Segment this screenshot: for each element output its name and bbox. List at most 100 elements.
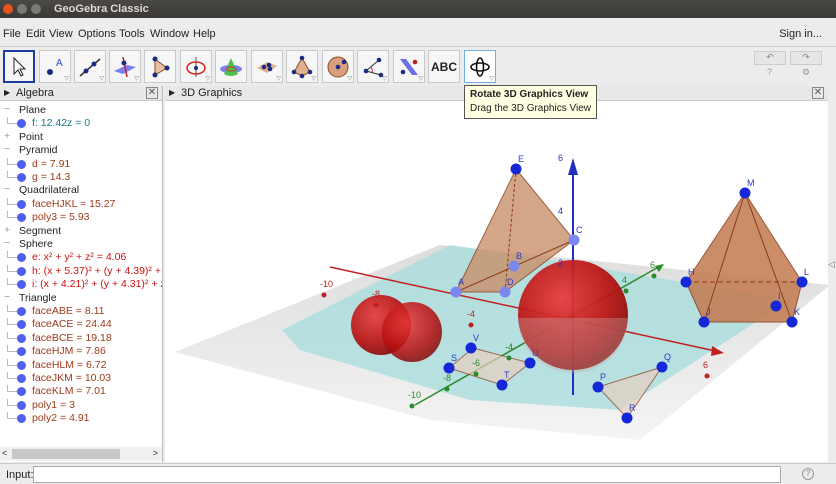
algebra-item[interactable]: faceACE = 24.44 bbox=[0, 318, 162, 331]
collapse-arrow-icon[interactable]: ▶ bbox=[4, 88, 10, 97]
visibility-toggle-icon[interactable] bbox=[17, 414, 26, 424]
algebra-item[interactable]: faceBCE = 19.18 bbox=[0, 331, 162, 345]
visibility-toggle-icon[interactable] bbox=[17, 253, 26, 263]
tool-polygon[interactable] bbox=[144, 50, 176, 83]
tool-cone[interactable] bbox=[215, 50, 247, 83]
input-field[interactable] bbox=[33, 466, 781, 483]
toggle-icon[interactable]: + bbox=[4, 131, 10, 142]
visibility-toggle-icon[interactable] bbox=[17, 360, 26, 370]
visibility-toggle-icon[interactable] bbox=[17, 347, 26, 357]
point-i[interactable] bbox=[770, 300, 782, 312]
tool-sphere[interactable]: ▽ bbox=[322, 50, 354, 83]
tool-line[interactable]: ▽ bbox=[74, 50, 106, 83]
close-algebra-button[interactable]: ✕ bbox=[146, 87, 158, 99]
algebra-item[interactable]: h: (x + 5.37)² + (y + 4.39)² + z bbox=[0, 264, 162, 278]
algebra-category[interactable]: − Quadrilateral bbox=[0, 184, 162, 197]
algebra-category[interactable]: − Plane bbox=[0, 104, 162, 117]
point-t[interactable] bbox=[496, 379, 508, 391]
point-u[interactable] bbox=[524, 357, 536, 369]
sign-in-link[interactable]: Sign in... bbox=[779, 28, 822, 40]
algebra-item[interactable]: faceKLM = 7.01 bbox=[0, 385, 162, 398]
3d-scene[interactable]: E C B A D V S U T P Q R M H L J K I -10 -8 -4 6 6 4 -4 -6 -8 -10 6 4… bbox=[165, 101, 828, 462]
algebra-item[interactable]: i: (x + 4.21)² + (y + 4.31)² + z² bbox=[0, 278, 162, 291]
tool-plane[interactable]: ▽ bbox=[251, 50, 283, 83]
tool-rotate-3d-view[interactable]: ▽ bbox=[464, 50, 496, 83]
tool-circle-axis[interactable]: ▽ bbox=[180, 50, 212, 83]
algebra-category[interactable]: + Segment bbox=[0, 225, 162, 238]
visibility-toggle-icon[interactable] bbox=[17, 159, 26, 169]
tool-reflect[interactable]: ▽ bbox=[393, 50, 425, 83]
toggle-icon[interactable]: − bbox=[4, 144, 10, 155]
point-a[interactable] bbox=[450, 286, 462, 298]
input-help-icon[interactable]: ? bbox=[802, 468, 814, 480]
algebra-item[interactable]: d = 7.91 bbox=[0, 157, 162, 171]
point-b[interactable] bbox=[508, 260, 520, 272]
toggle-icon[interactable]: − bbox=[4, 104, 10, 115]
algebra-item[interactable]: faceHJKL = 15.27 bbox=[0, 197, 162, 211]
visibility-toggle-icon[interactable] bbox=[17, 400, 26, 410]
visibility-toggle-icon[interactable] bbox=[17, 320, 26, 330]
tool-angle[interactable]: ▽ bbox=[357, 50, 389, 83]
algebra-category[interactable]: − Pyramid bbox=[0, 144, 162, 157]
tool-perpendicular[interactable]: ▽ bbox=[109, 50, 141, 83]
toggle-icon[interactable]: − bbox=[4, 184, 10, 195]
algebra-item[interactable]: e: x² + y² + z² = 4.06 bbox=[0, 251, 162, 264]
visibility-toggle-icon[interactable] bbox=[17, 266, 26, 276]
algebra-category[interactable]: + Point bbox=[0, 131, 162, 144]
algebra-item[interactable]: g = 14.3 bbox=[0, 171, 162, 184]
point-h[interactable] bbox=[680, 276, 692, 288]
algebra-category[interactable]: − Sphere bbox=[0, 238, 162, 251]
menu-window[interactable]: Window bbox=[150, 28, 189, 40]
algebra-item[interactable]: faceHLM = 6.72 bbox=[0, 358, 162, 372]
algebra-item[interactable]: poly2 = 4.91 bbox=[0, 412, 162, 425]
algebra-item[interactable]: f: 12.42z = 0 bbox=[0, 117, 162, 130]
toggle-icon[interactable]: + bbox=[4, 225, 10, 236]
menu-file[interactable]: File bbox=[3, 28, 21, 40]
visibility-toggle-icon[interactable] bbox=[17, 119, 26, 129]
settings-icon[interactable]: ⚙ bbox=[802, 67, 810, 78]
expand-arrow-icon[interactable]: ◁ bbox=[828, 259, 835, 270]
point-m[interactable] bbox=[739, 187, 751, 199]
visibility-toggle-icon[interactable] bbox=[17, 199, 26, 209]
tool-text[interactable]: ABC bbox=[428, 50, 460, 83]
toggle-icon[interactable]: − bbox=[4, 292, 10, 303]
close-graphics-button[interactable]: ✕ bbox=[812, 87, 824, 99]
algebra-category[interactable]: − Triangle bbox=[0, 292, 162, 305]
point-s[interactable] bbox=[443, 362, 455, 374]
point-j[interactable] bbox=[698, 316, 710, 328]
point-r[interactable] bbox=[621, 412, 633, 424]
point-q[interactable] bbox=[656, 361, 668, 373]
point-e[interactable] bbox=[510, 163, 522, 175]
toggle-icon[interactable]: − bbox=[4, 238, 10, 249]
graphics-3d-view[interactable]: ▶ 3D Graphics ✕ ECBADVSUTPQR M H L J K I… bbox=[165, 86, 835, 462]
redo-button[interactable]: ↷ bbox=[790, 51, 822, 65]
point-d[interactable] bbox=[499, 286, 511, 298]
scrollbar-thumb[interactable] bbox=[12, 449, 120, 459]
point-p[interactable] bbox=[592, 381, 604, 393]
menu-tools[interactable]: Tools bbox=[119, 28, 145, 40]
close-window-button[interactable] bbox=[3, 4, 13, 14]
visibility-toggle-icon[interactable] bbox=[17, 307, 26, 316]
point-c[interactable] bbox=[568, 234, 580, 246]
algebra-item[interactable]: faceJKM = 10.03 bbox=[0, 372, 162, 385]
tool-point[interactable]: A ▽ bbox=[39, 50, 71, 83]
algebra-item[interactable]: poly3 = 5.93 bbox=[0, 211, 162, 224]
algebra-item[interactable]: faceHJM = 7.86 bbox=[0, 345, 162, 358]
visibility-toggle-icon[interactable] bbox=[17, 213, 26, 223]
menu-help[interactable]: Help bbox=[193, 28, 216, 40]
maximize-window-button[interactable] bbox=[31, 4, 41, 14]
visibility-toggle-icon[interactable] bbox=[17, 280, 26, 290]
point-k[interactable] bbox=[786, 316, 798, 328]
tool-move[interactable] bbox=[3, 50, 35, 83]
visibility-toggle-icon[interactable] bbox=[17, 333, 26, 343]
menu-edit[interactable]: Edit bbox=[26, 28, 45, 40]
algebra-item[interactable]: faceABE = 8.11 bbox=[0, 305, 162, 318]
visibility-toggle-icon[interactable] bbox=[17, 387, 26, 397]
collapse-arrow-icon[interactable]: ▶ bbox=[169, 88, 175, 97]
point-l[interactable] bbox=[796, 276, 808, 288]
visibility-toggle-icon[interactable] bbox=[17, 374, 26, 383]
tool-pyramid[interactable]: ▽ bbox=[286, 50, 318, 83]
point-v[interactable] bbox=[465, 342, 477, 354]
menu-view[interactable]: View bbox=[49, 28, 73, 40]
menu-options[interactable]: Options bbox=[78, 28, 116, 40]
